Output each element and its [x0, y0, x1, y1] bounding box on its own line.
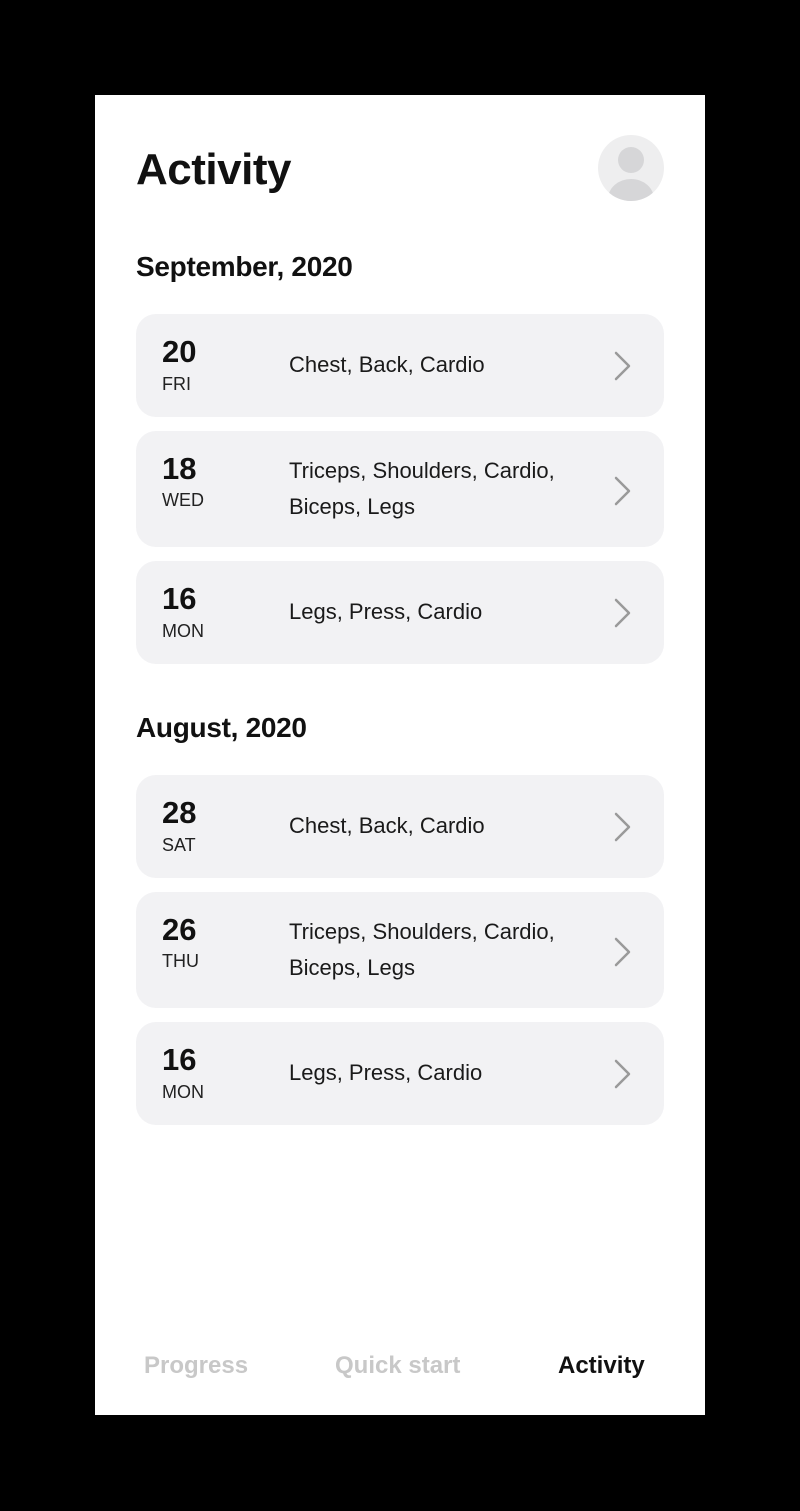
- activity-card[interactable]: 18 WED Triceps, Shoulders, Cardio, Bicep…: [136, 431, 664, 547]
- muscle-groups: Triceps, Shoulders, Cardio, Biceps, Legs: [289, 458, 555, 519]
- section-title: September, 2020: [136, 251, 353, 282]
- weekday-label: MON: [162, 1082, 204, 1102]
- day-number: 16: [162, 1042, 197, 1077]
- weekday-label: SAT: [162, 835, 196, 855]
- day-number: 26: [162, 912, 197, 947]
- muscle-groups: Legs, Press, Cardio: [289, 1060, 483, 1085]
- activity-card[interactable]: 16 MON Legs, Press, Cardio: [136, 1022, 664, 1125]
- activity-card[interactable]: 16 MON Legs, Press, Cardio: [136, 561, 664, 664]
- day-number: 28: [162, 795, 197, 830]
- weekday-label: FRI: [162, 374, 191, 394]
- muscle-groups: Triceps, Shoulders, Cardio, Biceps, Legs: [289, 919, 555, 980]
- tab-progress[interactable]: Progress: [144, 1352, 248, 1380]
- activity-card[interactable]: 20 FRI Chest, Back, Cardio: [136, 314, 664, 417]
- tab-quick-start[interactable]: Quick start: [335, 1352, 460, 1380]
- section-august: August, 2020 28 SAT Chest, Back, Cardio …: [136, 706, 664, 1139]
- muscle-groups: Chest, Back, Cardio: [289, 352, 485, 377]
- muscle-groups: Chest, Back, Cardio: [289, 813, 485, 838]
- weekday-label: MON: [162, 621, 204, 641]
- activity-card[interactable]: 28 SAT Chest, Back, Cardio: [136, 775, 664, 878]
- day-number: 16: [162, 581, 197, 616]
- avatar-body-shape: [608, 179, 654, 201]
- app-screen: Activity September, 2020 20 FRI Chest, B…: [95, 95, 705, 1415]
- muscle-groups: Legs, Press, Cardio: [289, 599, 483, 624]
- avatar-head-shape: [618, 147, 644, 173]
- chevron-right-icon: [614, 937, 631, 967]
- weekday-label: WED: [162, 490, 204, 510]
- day-number: 18: [162, 451, 197, 486]
- weekday-label: THU: [162, 951, 199, 971]
- activity-list: 20 FRI Chest, Back, Cardio 18 WED Tricep…: [136, 314, 664, 664]
- section-title: August, 2020: [136, 712, 307, 743]
- header: Activity: [136, 135, 664, 201]
- activity-card[interactable]: 26 THU Triceps, Shoulders, Cardio, Bicep…: [136, 892, 664, 1008]
- page-title: Activity: [136, 145, 291, 194]
- chevron-right-icon: [614, 1059, 631, 1089]
- day-number: 20: [162, 334, 197, 369]
- tab-activity[interactable]: Activity: [558, 1352, 645, 1380]
- user-avatar-icon[interactable]: [598, 135, 664, 201]
- chevron-right-icon: [614, 812, 631, 842]
- activity-list: 28 SAT Chest, Back, Cardio 26 THU Tricep…: [136, 775, 664, 1125]
- bottom-tab-bar: Progress Quick start Activity: [95, 1340, 705, 1396]
- chevron-right-icon: [614, 598, 631, 628]
- chevron-right-icon: [614, 476, 631, 506]
- section-september: September, 2020 20 FRI Chest, Back, Card…: [136, 245, 664, 678]
- chevron-right-icon: [614, 351, 631, 381]
